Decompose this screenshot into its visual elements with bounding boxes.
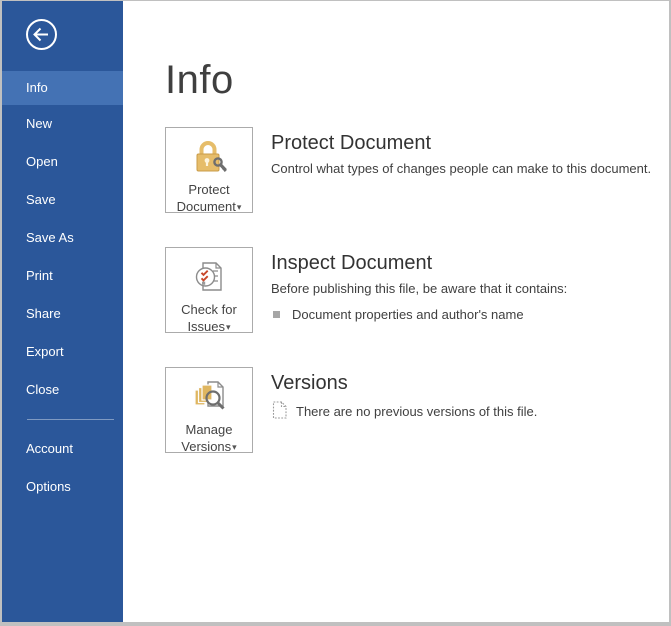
sidebar-item-close[interactable]: Close bbox=[2, 371, 123, 409]
dashed-document-icon bbox=[272, 401, 287, 422]
sidebar-item-account[interactable]: Account bbox=[2, 430, 123, 468]
versions-note-item: There are no previous versions of this f… bbox=[271, 401, 537, 422]
protect-document-heading: Protect Document bbox=[271, 132, 432, 154]
sidebar-item-info[interactable]: Info bbox=[2, 71, 123, 105]
sidebar-item-save[interactable]: Save bbox=[2, 181, 123, 219]
page-title: Info bbox=[165, 58, 234, 102]
backstage-view: Info New Open Save Save As Print Share E… bbox=[0, 0, 671, 626]
sidebar-item-options[interactable]: Options bbox=[2, 468, 123, 506]
dropdown-arrow-icon: ▾ bbox=[236, 202, 242, 212]
sidebar-item-save-as[interactable]: Save As bbox=[2, 219, 123, 257]
inspect-document-section: Check for Issues▾ Inspect Document Befor… bbox=[165, 247, 669, 334]
inspect-document-description: Before publishing this file, be aware th… bbox=[271, 281, 568, 296]
sidebar-item-share[interactable]: Share bbox=[2, 295, 123, 333]
sidebar-separator bbox=[27, 419, 114, 420]
backstage-nav: Info New Open Save Save As Print Share E… bbox=[2, 71, 123, 506]
dropdown-arrow-icon: ▾ bbox=[226, 322, 231, 332]
inspect-finding-text: Document properties and author's name bbox=[292, 307, 524, 323]
check-for-issues-button[interactable]: Check for Issues▾ bbox=[165, 247, 253, 334]
sidebar-item-export[interactable]: Export bbox=[2, 333, 123, 371]
info-pane: Info Protect Document▾ Protect Document … bbox=[123, 1, 669, 622]
protect-document-button[interactable]: Protect Document▾ bbox=[165, 127, 253, 214]
back-arrow-icon bbox=[25, 18, 58, 51]
square-bullet-icon bbox=[273, 311, 280, 319]
versions-heading: Versions bbox=[271, 372, 348, 394]
button-label-line1: Manage bbox=[185, 422, 233, 437]
versions-note-text: There are no previous versions of this f… bbox=[296, 404, 538, 419]
sidebar-item-print[interactable]: Print bbox=[2, 257, 123, 295]
protect-document-section: Protect Document▾ Protect Document Contr… bbox=[165, 127, 669, 214]
inspect-finding-item: Document properties and author's name bbox=[271, 307, 567, 322]
back-button[interactable] bbox=[25, 18, 58, 51]
versions-section: Manage Versions▾ Versions There are no p… bbox=[165, 367, 669, 454]
button-label-line1: Protect bbox=[188, 182, 230, 197]
backstage-sidebar: Info New Open Save Save As Print Share E… bbox=[2, 1, 123, 622]
button-label-line2: Document bbox=[176, 199, 236, 214]
lock-key-icon bbox=[189, 137, 229, 177]
sidebar-item-new[interactable]: New bbox=[2, 105, 123, 143]
button-label-line1: Check for bbox=[181, 302, 237, 317]
inspect-document-heading: Inspect Document bbox=[271, 252, 433, 274]
protect-document-description: Control what types of changes people can… bbox=[271, 161, 652, 176]
inspect-checklist-icon bbox=[189, 257, 229, 297]
button-label-line2: Issues bbox=[187, 319, 226, 334]
manage-versions-button[interactable]: Manage Versions▾ bbox=[165, 367, 253, 454]
sidebar-item-open[interactable]: Open bbox=[2, 143, 123, 181]
dropdown-arrow-icon: ▾ bbox=[232, 442, 237, 452]
button-label-line2: Versions bbox=[181, 439, 232, 454]
manage-versions-icon bbox=[189, 377, 229, 417]
